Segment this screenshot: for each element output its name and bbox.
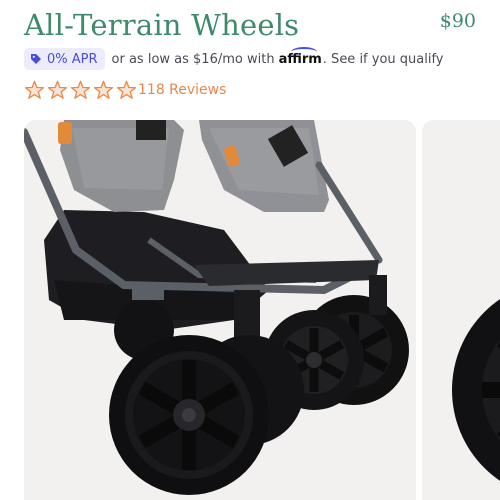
star-icon xyxy=(47,80,68,99)
see-if-you-qualify-link[interactable]: . See if you qualify xyxy=(323,52,444,67)
financing-text: or as low as $16/mo with xyxy=(111,51,275,67)
affirm-logo: affirm xyxy=(279,46,322,67)
star-icon xyxy=(24,80,45,99)
affirm-arc xyxy=(290,46,317,57)
star-rating[interactable] xyxy=(24,80,137,100)
reviews-link[interactable]: 118 Reviews xyxy=(138,82,226,98)
product-price: $90 xyxy=(439,10,476,32)
apr-badge[interactable]: 0% APR xyxy=(24,48,105,70)
tag-icon xyxy=(31,54,41,64)
apr-badge-label: 0% APR xyxy=(47,51,98,67)
product-gallery xyxy=(24,120,500,500)
rating-row: 118 Reviews xyxy=(24,79,226,101)
product-title: All-Terrain Wheels xyxy=(24,8,300,42)
stroller-wheels-photo xyxy=(24,120,416,500)
product-image-main[interactable] xyxy=(24,120,416,500)
financing-row: 0% APR or as low as $16/mo with affirm .… xyxy=(24,46,444,70)
wheel-photo-partial xyxy=(422,120,500,500)
star-icon xyxy=(93,80,114,99)
star-icon xyxy=(70,80,91,99)
star-icon xyxy=(116,80,137,99)
product-image-next[interactable] xyxy=(422,120,500,500)
